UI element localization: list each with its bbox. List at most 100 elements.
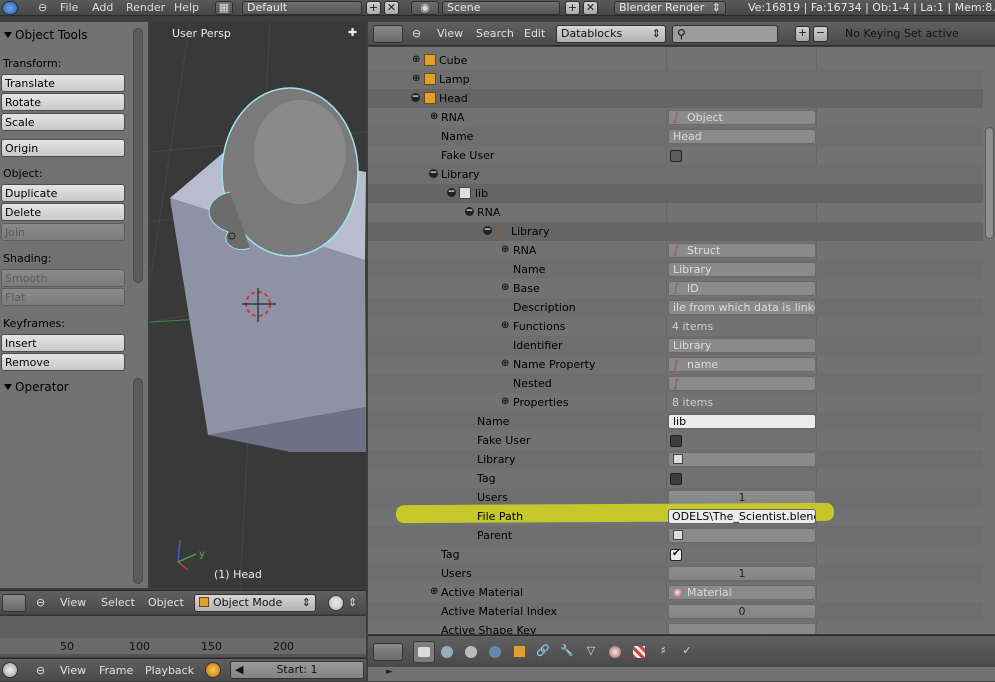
- name-field[interactable]: Head: [668, 129, 816, 144]
- collapse-icon[interactable]: −: [411, 93, 420, 102]
- 3d-viewport[interactable]: y User Persp ✚ (1) Head: [150, 22, 366, 588]
- material-tab-icon[interactable]: [604, 641, 626, 663]
- menu-object[interactable]: Object: [148, 591, 184, 615]
- start-frame-field[interactable]: ◀ Start: 1: [230, 661, 364, 679]
- menu-view[interactable]: View: [437, 22, 463, 46]
- shading-dropdown-icon[interactable]: ⇕: [348, 591, 357, 615]
- mode-select[interactable]: Object Mode ⇕: [194, 594, 316, 612]
- render-layers-tab-icon[interactable]: [436, 641, 458, 663]
- parent-field[interactable]: [668, 528, 816, 543]
- menu-select[interactable]: Select: [101, 591, 135, 615]
- tree-row[interactable]: Name Library: [368, 260, 983, 279]
- editor-type-icon[interactable]: [2, 594, 26, 612]
- active-material-field[interactable]: Material: [668, 585, 816, 600]
- collapse-menu-icon[interactable]: ⊖: [36, 591, 45, 615]
- menu-frame[interactable]: Frame: [99, 659, 133, 682]
- tree-row[interactable]: Active Shape Key: [368, 621, 983, 634]
- tree-row[interactable]: Description ile from which data is linke…: [368, 298, 983, 317]
- constraints-tab-icon[interactable]: 🔗: [532, 641, 554, 663]
- add-scene-button[interactable]: +: [565, 1, 580, 15]
- remove-keying-set-button[interactable]: −: [813, 26, 828, 42]
- expand-icon[interactable]: ⊕: [501, 283, 509, 293]
- menu-view[interactable]: View: [60, 591, 86, 615]
- tree-row[interactable]: ⊕ Name Property ∫ name: [368, 355, 983, 374]
- material-index-field[interactable]: 0: [668, 604, 816, 619]
- panel-arrow-icon[interactable]: ►: [386, 667, 393, 677]
- tree-row[interactable]: ⊕ Functions 4 items: [368, 317, 983, 336]
- outliner-scrollbar[interactable]: [985, 127, 994, 239]
- menu-search[interactable]: Search: [476, 22, 514, 46]
- expand-icon[interactable]: ⊕: [501, 245, 509, 255]
- texture-tab-icon[interactable]: [628, 641, 650, 663]
- tree-row[interactable]: − RNA: [368, 203, 983, 222]
- timeline-scrollbar[interactable]: [0, 654, 366, 657]
- tree-row[interactable]: − Library: [368, 165, 983, 184]
- tree-row[interactable]: Name Head: [368, 127, 983, 146]
- tree-row[interactable]: Name lib: [368, 412, 983, 431]
- world-tab-icon[interactable]: [484, 641, 506, 663]
- menu-file[interactable]: File: [60, 0, 78, 16]
- collapse-icon[interactable]: −: [429, 169, 438, 178]
- timeline[interactable]: 50 100 150 200: [0, 615, 366, 657]
- properties-editor-icon[interactable]: [373, 643, 403, 661]
- tree-row[interactable]: Identifier Library: [368, 336, 983, 355]
- menu-edit[interactable]: Edit: [524, 22, 545, 46]
- particles-tab-icon[interactable]: ♯: [652, 641, 674, 663]
- tree-row[interactable]: ⊕ RNA ∫ Struct: [368, 241, 983, 260]
- tree-row[interactable]: ⊕ Base ∫ ID: [368, 279, 983, 298]
- render-engine-select[interactable]: Blender Render ⇕: [614, 1, 726, 15]
- users-field[interactable]: 1: [668, 566, 816, 581]
- join-button[interactable]: Join: [1, 223, 125, 241]
- viewport-shading-icon[interactable]: [328, 595, 344, 611]
- menu-playback[interactable]: Playback: [145, 659, 194, 682]
- delete-scene-button[interactable]: ✕: [583, 1, 598, 15]
- shape-key-field[interactable]: [668, 623, 816, 634]
- decrement-arrow-icon[interactable]: ◀: [235, 662, 243, 678]
- tag-checkbox[interactable]: [670, 473, 682, 485]
- scene-icon[interactable]: ◉: [411, 1, 439, 15]
- tree-row[interactable]: ⊕ Cube: [368, 51, 983, 70]
- tree-row[interactable]: − Head: [368, 89, 983, 108]
- scene-field[interactable]: Scene: [442, 1, 560, 15]
- delete-button[interactable]: Delete: [1, 203, 125, 221]
- outliner-editor-icon[interactable]: [373, 25, 403, 43]
- insert-keyframe-button[interactable]: Insert: [1, 334, 125, 352]
- library-field[interactable]: [668, 452, 816, 467]
- operator-scrollbar[interactable]: [133, 378, 143, 584]
- operator-panel-header[interactable]: Operator: [0, 377, 69, 397]
- smooth-button[interactable]: Smooth: [1, 269, 125, 287]
- modifiers-tab-icon[interactable]: 🔧: [556, 641, 578, 663]
- fake-user-checkbox[interactable]: [670, 435, 682, 447]
- expand-icon[interactable]: ⊕: [430, 587, 438, 597]
- origin-button[interactable]: Origin: [1, 139, 125, 157]
- tree-row[interactable]: Tag: [368, 545, 983, 564]
- name-field[interactable]: lib: [668, 414, 816, 429]
- scale-button[interactable]: Scale: [1, 113, 125, 131]
- collapse-icon[interactable]: −: [447, 188, 456, 197]
- tree-row[interactable]: − lib: [368, 184, 983, 203]
- tree-row[interactable]: File Path ODELS\The_Scientist.blend: [368, 507, 983, 526]
- tree-row[interactable]: Fake User: [368, 431, 983, 450]
- menu-add[interactable]: Add: [92, 0, 113, 16]
- display-mode-select[interactable]: Datablocks ⇕: [556, 25, 666, 43]
- file-path-field[interactable]: ODELS\The_Scientist.blend: [668, 509, 816, 524]
- menu-view[interactable]: View: [60, 659, 86, 682]
- expand-icon[interactable]: ⊕: [412, 74, 420, 84]
- render-tab-icon[interactable]: [413, 641, 435, 663]
- expand-icon[interactable]: ⊕: [430, 112, 438, 122]
- timeline-editor-icon[interactable]: [2, 662, 18, 678]
- viewport-plus-icon[interactable]: ✚: [348, 26, 357, 39]
- expand-icon[interactable]: ⊕: [501, 321, 509, 331]
- tree-row[interactable]: ⊕ Lamp: [368, 70, 983, 89]
- tree-row[interactable]: ⊕ Properties 8 items: [368, 393, 983, 412]
- add-keying-set-button[interactable]: +: [795, 26, 810, 42]
- add-layout-button[interactable]: +: [366, 1, 381, 15]
- data-tab-icon[interactable]: ▽: [580, 641, 602, 663]
- search-input[interactable]: ⚲: [672, 25, 778, 43]
- menu-render[interactable]: Render: [126, 0, 165, 16]
- scene-tab-icon[interactable]: [460, 641, 482, 663]
- physics-tab-icon[interactable]: ✓: [676, 641, 698, 663]
- rotate-button[interactable]: Rotate: [1, 93, 125, 111]
- collapse-menu-icon[interactable]: ⊖: [412, 22, 421, 46]
- collapse-menu-icon[interactable]: ⊖: [38, 0, 47, 16]
